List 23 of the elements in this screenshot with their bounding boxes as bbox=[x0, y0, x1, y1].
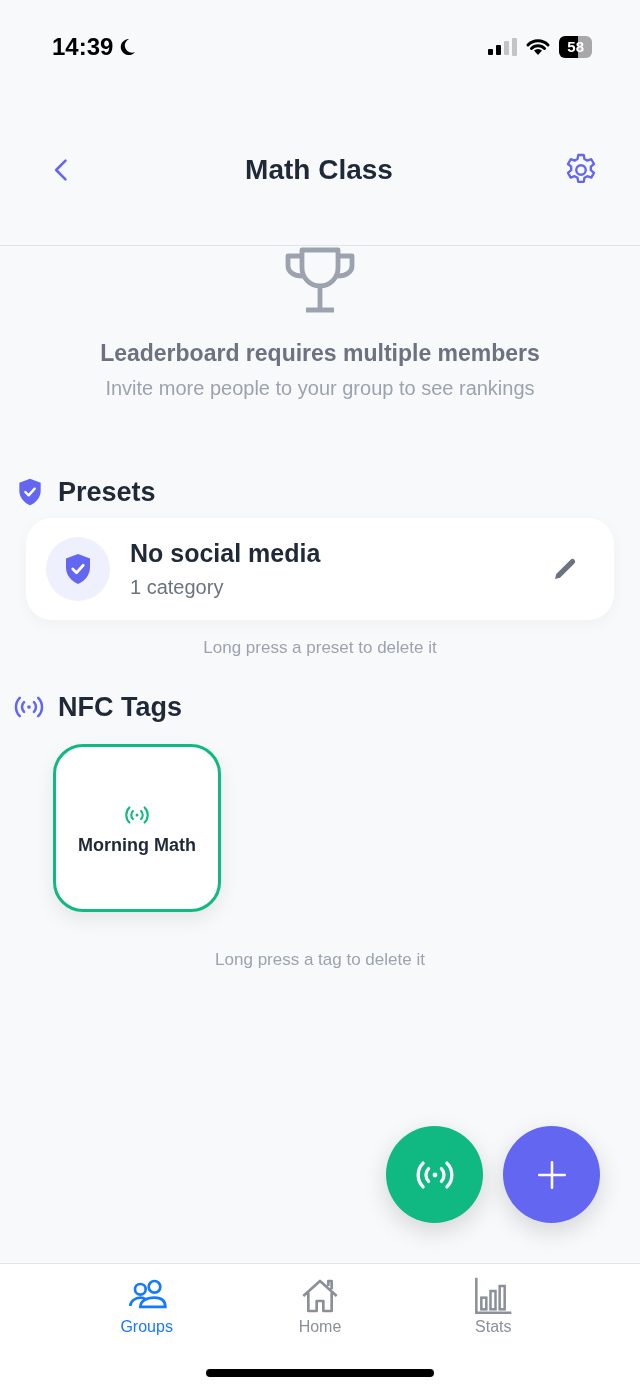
hint-text: Long press a preset to delete it bbox=[202, 638, 438, 658]
tab-item[interactable]: Groups bbox=[101, 1276, 192, 1349]
clock-time: 14:39 bbox=[52, 33, 114, 61]
trophy-icon bbox=[284, 246, 356, 314]
signal-icon bbox=[487, 38, 518, 56]
tab-label: Home bbox=[298, 1318, 342, 1336]
preset-name: No social media bbox=[130, 539, 322, 568]
tab-label: Stats bbox=[475, 1318, 512, 1336]
tab-label: Groups bbox=[120, 1318, 173, 1336]
empty-state-title: Leaderboard requires multiple members bbox=[100, 340, 540, 367]
tag-tile[interactable]: Morning Math bbox=[53, 744, 221, 912]
preset-detail: 1 category bbox=[130, 576, 225, 599]
section-title: Presets bbox=[58, 476, 156, 508]
screen-title: Math Class bbox=[245, 153, 393, 186]
hint-text: Long press a tag to delete it bbox=[214, 950, 426, 970]
empty-state-message: Invite more people to your group to see rankings bbox=[105, 377, 535, 400]
section-title: NFC Tags bbox=[58, 691, 182, 723]
wifi-icon bbox=[525, 38, 552, 56]
preset-card[interactable]: No social media 1 category bbox=[26, 518, 614, 620]
tab-item[interactable]: Stats bbox=[448, 1276, 539, 1349]
bar-chart-icon bbox=[473, 1276, 514, 1316]
tab-item[interactable]: Home bbox=[275, 1276, 365, 1349]
tag-name: Morning Math bbox=[78, 834, 196, 856]
